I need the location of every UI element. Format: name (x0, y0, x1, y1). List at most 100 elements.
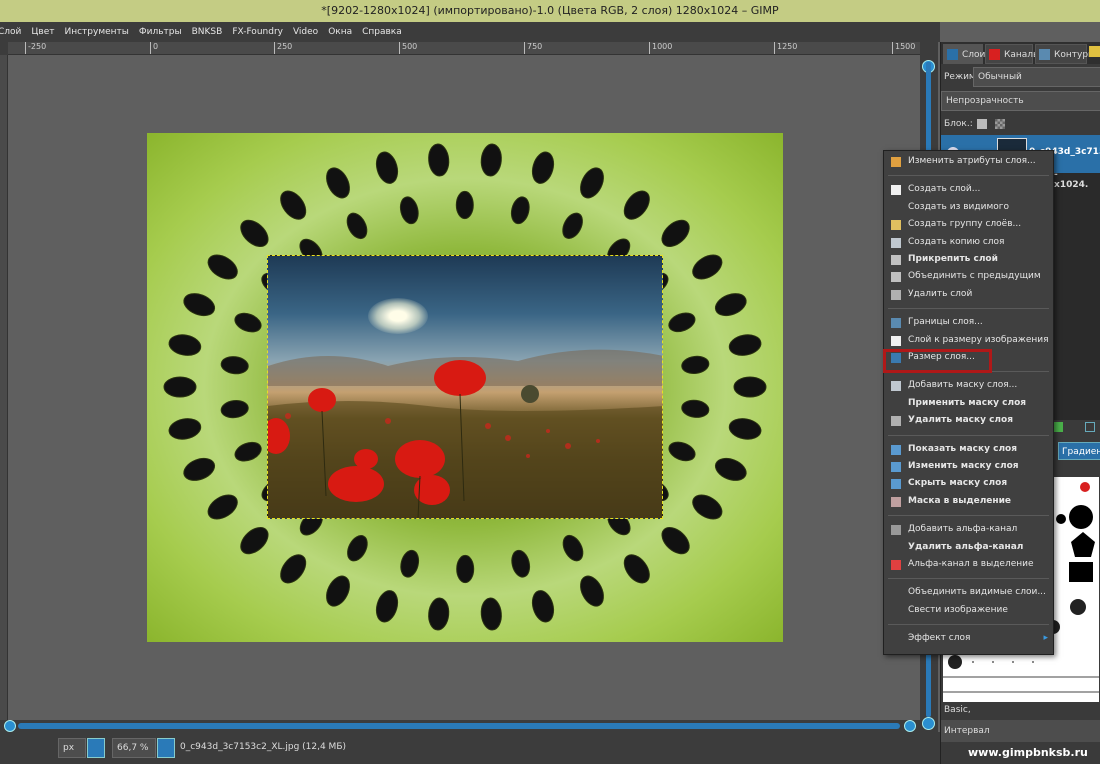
menu-item-label: Скрыть маску слоя (908, 478, 1008, 489)
menu-item[interactable]: Удалить маску слоя (884, 412, 1053, 429)
menu-color[interactable]: Цвет (26, 22, 59, 42)
menu-item[interactable]: Изменить атрибуты слоя... (884, 153, 1053, 170)
scroll-right-button[interactable] (904, 720, 916, 732)
menu-item[interactable]: Прикрепить слой (884, 251, 1053, 268)
trash-icon (891, 416, 901, 427)
scroll-left-button[interactable] (4, 720, 16, 732)
mask-icon (891, 462, 901, 472)
ruler-corner[interactable] (0, 42, 8, 55)
zoom-dropdown-button[interactable] (157, 738, 175, 758)
kiwi-seed (240, 219, 269, 247)
menu-item[interactable]: Альфа-канал в выделение (884, 556, 1053, 573)
kiwi-seed (168, 418, 202, 440)
spacing-slider[interactable]: Интервал (941, 720, 1100, 742)
mask-select-icon (891, 496, 901, 507)
horizontal-ruler[interactable]: -250 0 250 500 750 1000 1250 1500 (8, 42, 920, 55)
unit-dropdown-button[interactable] (87, 738, 105, 758)
zoom-select[interactable]: 66,7 % (112, 738, 156, 758)
ruler-tick: 250 (274, 42, 292, 54)
menu-item[interactable]: Слой к размеру изображения (884, 332, 1053, 349)
menu-bnksb[interactable]: BNKSB (187, 22, 228, 42)
menu-item[interactable]: Удалить слой (884, 286, 1053, 303)
menu-item[interactable]: Эффект слоя ▸ (884, 630, 1053, 647)
lock-alpha-icon[interactable] (995, 119, 1005, 129)
menu-item[interactable]: Создать из видимого (884, 199, 1053, 216)
menu-tools[interactable]: Инструменты (59, 22, 133, 42)
menu-windows[interactable]: Окна (323, 22, 357, 42)
image-canvas[interactable] (147, 133, 783, 642)
vertical-ruler[interactable] (0, 55, 8, 720)
menu-filters[interactable]: Фильтры (134, 22, 187, 42)
menu-item[interactable]: Применить маску слоя (884, 395, 1053, 412)
menu-item[interactable]: Показать маску слоя (884, 441, 1053, 458)
kiwi-seed (326, 575, 350, 607)
menu-item[interactable]: Маска в выделение (884, 493, 1053, 510)
menu-item[interactable]: Границы слоя... (884, 314, 1053, 331)
layer-action-icon[interactable] (1085, 422, 1095, 432)
tab-gradients[interactable]: Градиенты (1058, 442, 1100, 460)
menu-item[interactable]: Создать копию слоя (884, 234, 1053, 251)
menu-item[interactable]: Удалить альфа-канал (884, 539, 1053, 556)
kiwi-seed (510, 196, 530, 225)
mode-select[interactable]: Обычный (973, 67, 1100, 87)
kiwi-seed (375, 151, 399, 184)
menu-item-label: Удалить слой (908, 288, 973, 299)
poppy-layer[interactable] (267, 255, 663, 519)
kiwi-seed (714, 293, 747, 317)
menu-help[interactable]: Справка (357, 22, 407, 42)
kiwi-seed (326, 167, 350, 199)
menu-item[interactable]: Скрыть маску слоя (884, 475, 1053, 492)
menu-item-label: Прикрепить слой (908, 254, 998, 264)
layer-action-icon[interactable] (1053, 422, 1063, 432)
brush-preset-name: Basic, (944, 705, 971, 715)
menu-item-label: Изменить атрибуты слоя... (908, 156, 1036, 166)
menu-separator (888, 578, 1049, 580)
menu-item[interactable]: Свести изображение (884, 602, 1053, 619)
menu-item-label: Добавить альфа-канал (908, 524, 1018, 535)
menu-item[interactable]: Создать слой... (884, 181, 1053, 198)
unit-select[interactable]: px (58, 738, 86, 758)
kiwi-seed (623, 190, 650, 220)
kiwi-seed (692, 494, 723, 520)
kiwi-seed (240, 527, 269, 555)
tab-paths[interactable]: Контуры (1035, 44, 1095, 64)
ruler-tick: -250 (25, 42, 46, 54)
menu-item[interactable]: Создать группу слоёв... (884, 216, 1053, 233)
kiwi-seed (623, 554, 650, 584)
kiwi-seed (580, 575, 604, 607)
kiwi-seed (207, 254, 238, 280)
watermark-url: www.gimpbnksb.ru (968, 746, 1088, 759)
menu-layer[interactable]: Слой (0, 22, 26, 42)
anchor-icon (891, 255, 901, 265)
menu-item[interactable]: Объединить с предыдущим (884, 268, 1053, 285)
menu-item[interactable]: Добавить маску слоя... (884, 377, 1053, 394)
menu-item[interactable]: Объединить видимые слои... (884, 584, 1053, 601)
undo-tab-icon[interactable] (1089, 46, 1100, 57)
lock-label: Блок.: (944, 119, 973, 129)
menu-video[interactable]: Video (288, 22, 323, 42)
tab-layers-label: Слои (962, 50, 986, 60)
kiwi-seed (681, 355, 710, 374)
scroll-down-button[interactable] (922, 717, 935, 730)
horizontal-scrollbar[interactable] (0, 720, 920, 732)
tab-channels[interactable]: Каналы (985, 44, 1040, 64)
menu-item[interactable]: Добавить альфа-канал (884, 521, 1053, 538)
kiwi-seed (220, 400, 249, 419)
layer-context-menu: Изменить атрибуты слоя... Создать слой...… (883, 150, 1054, 655)
opacity-slider[interactable]: Непрозрачность (941, 91, 1100, 111)
submenu-arrow-icon: ▸ (1043, 633, 1048, 644)
menu-item[interactable]: Изменить маску слоя (884, 458, 1053, 475)
menu-separator (888, 175, 1049, 177)
tab-layers[interactable]: Слои (943, 44, 986, 64)
kiwi-seed (511, 549, 531, 578)
kiwi-seed (168, 334, 202, 356)
horizontal-scroll-thumb[interactable] (18, 723, 900, 729)
fit-icon (891, 335, 901, 346)
kiwi-seed (346, 212, 368, 240)
lock-pixels-icon[interactable] (977, 119, 987, 129)
menu-fx-foundry[interactable]: FX-Foundry (227, 22, 288, 42)
menu-item-label: Добавить маску слоя... (908, 380, 1018, 391)
ruler-tick: 1000 (649, 42, 672, 54)
kiwi-seed (681, 399, 710, 418)
dock-tabs: Слои Каналы Контуры (941, 42, 1100, 64)
